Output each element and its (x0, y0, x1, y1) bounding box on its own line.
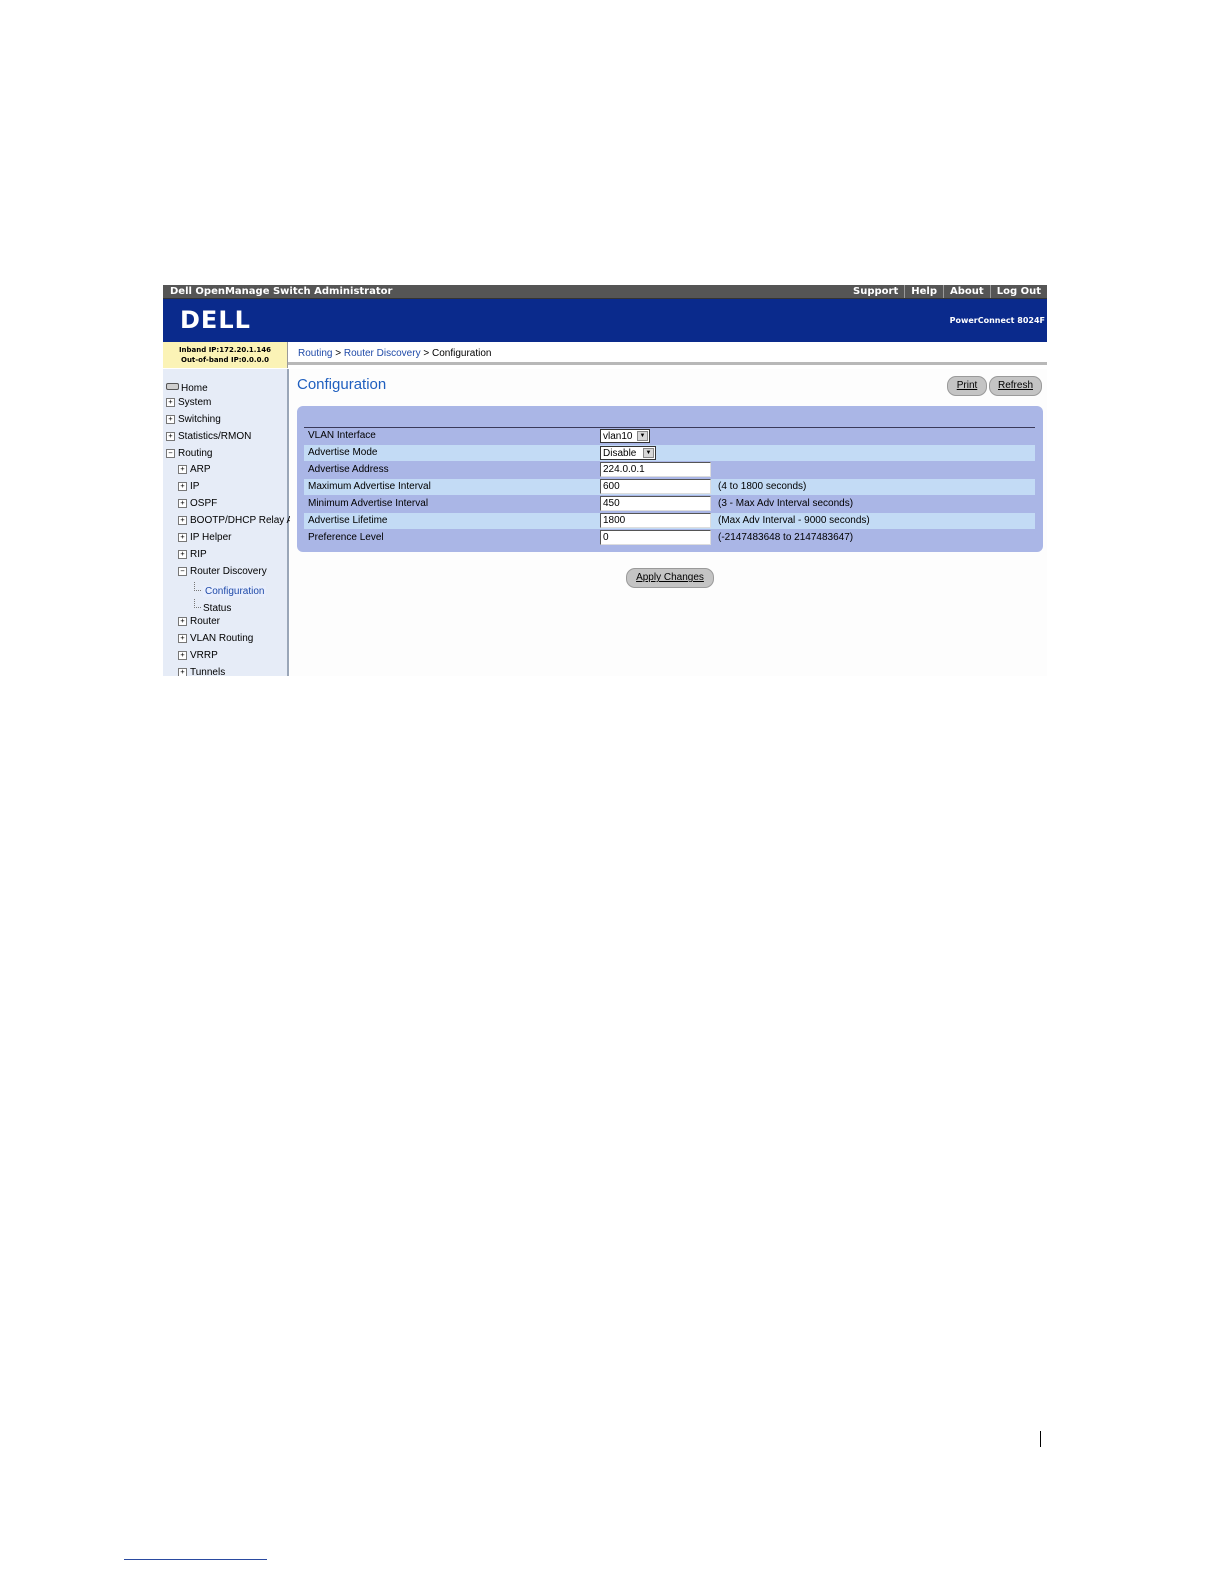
refresh-button[interactable]: Refresh (989, 376, 1042, 396)
preference-label: Preference Level (308, 532, 384, 543)
breadcrumb-separator: > (332, 348, 344, 359)
max-interval-label: Maximum Advertise Interval (308, 481, 431, 492)
about-link[interactable]: About (943, 285, 990, 298)
tree-line-icon (194, 599, 201, 608)
dell-logo: DELL (180, 306, 251, 334)
advertise-mode-row: Advertise Mode Disable ▼ (304, 445, 1035, 461)
nav-vlan-routing[interactable]: + VLAN Routing (178, 632, 253, 646)
dropdown-arrow-icon: ▼ (643, 448, 654, 458)
vlan-interface-row: VLAN Interface vlan10 ▼ (304, 428, 1035, 444)
lifetime-input[interactable]: 1800 (600, 513, 711, 528)
nav-ospf[interactable]: + OSPF (178, 497, 217, 511)
nav-vrrp[interactable]: + VRRP (178, 649, 218, 663)
vlan-interface-label: VLAN Interface (308, 430, 376, 441)
nav-ip[interactable]: + IP (178, 480, 199, 494)
home-icon (166, 383, 179, 390)
min-interval-label: Minimum Advertise Interval (308, 498, 429, 509)
expand-icon[interactable]: + (178, 617, 187, 626)
max-interval-row: Maximum Advertise Interval 600 (4 to 180… (304, 479, 1035, 495)
nav-router-discovery[interactable]: − Router Discovery (178, 565, 267, 579)
expand-icon[interactable]: + (178, 465, 187, 474)
advertise-address-row: Advertise Address 224.0.0.1 (304, 462, 1035, 478)
nav-tunnels[interactable]: + Tunnels (178, 666, 225, 676)
breadcrumb-separator: > (420, 348, 432, 359)
nav-home[interactable]: Home (166, 382, 208, 396)
nav-tree-panel: Home + System + Switching + Statistics/RMON… (163, 369, 293, 676)
advertise-address-input[interactable]: 224.0.0.1 (600, 462, 711, 477)
app-title: Dell OpenManage Switch Administrator (170, 286, 393, 297)
footnote-rule (124, 1559, 267, 1560)
expand-icon[interactable]: + (178, 634, 187, 643)
collapse-icon[interactable]: − (178, 567, 187, 576)
breadcrumb-current: Configuration (431, 348, 492, 359)
expand-icon[interactable]: + (178, 550, 187, 559)
max-interval-input[interactable]: 600 (600, 479, 711, 494)
min-interval-input[interactable]: 450 (600, 496, 711, 511)
model-name: PowerConnect 8024F (949, 316, 1045, 325)
expand-icon[interactable]: + (178, 651, 187, 660)
nav-rip[interactable]: + RIP (178, 548, 207, 562)
expand-icon[interactable]: + (178, 482, 187, 491)
nav-statistics-rmon[interactable]: + Statistics/RMON (166, 430, 251, 444)
outofband-ip: Out-of-band IP:0.0.0.0 (181, 356, 269, 364)
preference-row: Preference Level 0 (-2147483648 to 21474… (304, 530, 1035, 546)
expand-icon[interactable]: + (178, 668, 187, 676)
apply-changes-button[interactable]: Apply Changes (626, 568, 714, 588)
ip-info: Inband IP:172.20.1.146 Out-of-band IP:0.… (163, 342, 288, 368)
top-links: Support Help About Log Out (847, 285, 1047, 298)
top-bar: Dell OpenManage Switch Administrator Sup… (163, 285, 1047, 299)
lifetime-label: Advertise Lifetime (308, 515, 388, 526)
advertise-mode-label: Advertise Mode (308, 447, 378, 458)
main-content: Configuration Print Refresh VLAN Interfa… (290, 369, 1047, 676)
preference-input[interactable]: 0 (600, 530, 711, 545)
dropdown-arrow-icon: ▼ (637, 431, 648, 441)
nav-routing[interactable]: − Routing (166, 447, 212, 461)
switch-admin-window: Dell OpenManage Switch Administrator Sup… (163, 285, 1047, 676)
lifetime-hint: (Max Adv Interval - 9000 seconds) (718, 515, 870, 526)
inband-ip: Inband IP:172.20.1.146 (178, 346, 272, 354)
nav-bootp-dhcp-relay[interactable]: + BOOTP/DHCP Relay A (178, 514, 293, 528)
header-banner: DELL PowerConnect 8024F (163, 299, 1047, 342)
expand-icon[interactable]: + (166, 398, 175, 407)
logout-link[interactable]: Log Out (989, 285, 1047, 298)
expand-icon[interactable]: + (166, 415, 175, 424)
nav-configuration[interactable]: Configuration (194, 582, 267, 597)
print-button[interactable]: Print (947, 376, 987, 396)
nav-router[interactable]: + Router (178, 615, 220, 629)
collapse-icon[interactable]: − (166, 449, 175, 458)
nav-status[interactable]: Status (194, 599, 231, 614)
nav-switching[interactable]: + Switching (166, 413, 221, 427)
page-title: Configuration (297, 376, 387, 393)
nav-arp[interactable]: + ARP (178, 463, 211, 477)
nav-system[interactable]: + System (166, 396, 211, 410)
config-panel: VLAN Interface vlan10 ▼ Advertise Mode D… (297, 406, 1043, 552)
advertise-mode-select[interactable]: Disable ▼ (600, 446, 656, 460)
preference-hint: (-2147483648 to 2147483647) (718, 532, 854, 543)
vlan-interface-select[interactable]: vlan10 ▼ (600, 429, 650, 443)
page-margin-bar (1040, 1431, 1041, 1447)
lifetime-row: Advertise Lifetime 1800 (Max Adv Interva… (304, 513, 1035, 529)
nav-ip-helper[interactable]: + IP Helper (178, 531, 232, 545)
expand-icon[interactable]: + (178, 516, 187, 525)
min-interval-row: Minimum Advertise Interval 450 (3 - Max … (304, 496, 1035, 512)
breadcrumb: Routing > Router Discovery > Configurati… (288, 342, 1047, 365)
max-interval-hint: (4 to 1800 seconds) (718, 481, 807, 492)
advertise-address-label: Advertise Address (308, 464, 389, 475)
expand-icon[interactable]: + (178, 499, 187, 508)
expand-icon[interactable]: + (166, 432, 175, 441)
expand-icon[interactable]: + (178, 533, 187, 542)
tree-line-icon (194, 582, 201, 591)
help-link[interactable]: Help (904, 285, 943, 298)
breadcrumb-router-discovery[interactable]: Router Discovery (344, 348, 421, 359)
support-link[interactable]: Support (847, 285, 904, 298)
breadcrumb-routing[interactable]: Routing (298, 348, 332, 359)
min-interval-hint: (3 - Max Adv Interval seconds) (718, 498, 854, 509)
